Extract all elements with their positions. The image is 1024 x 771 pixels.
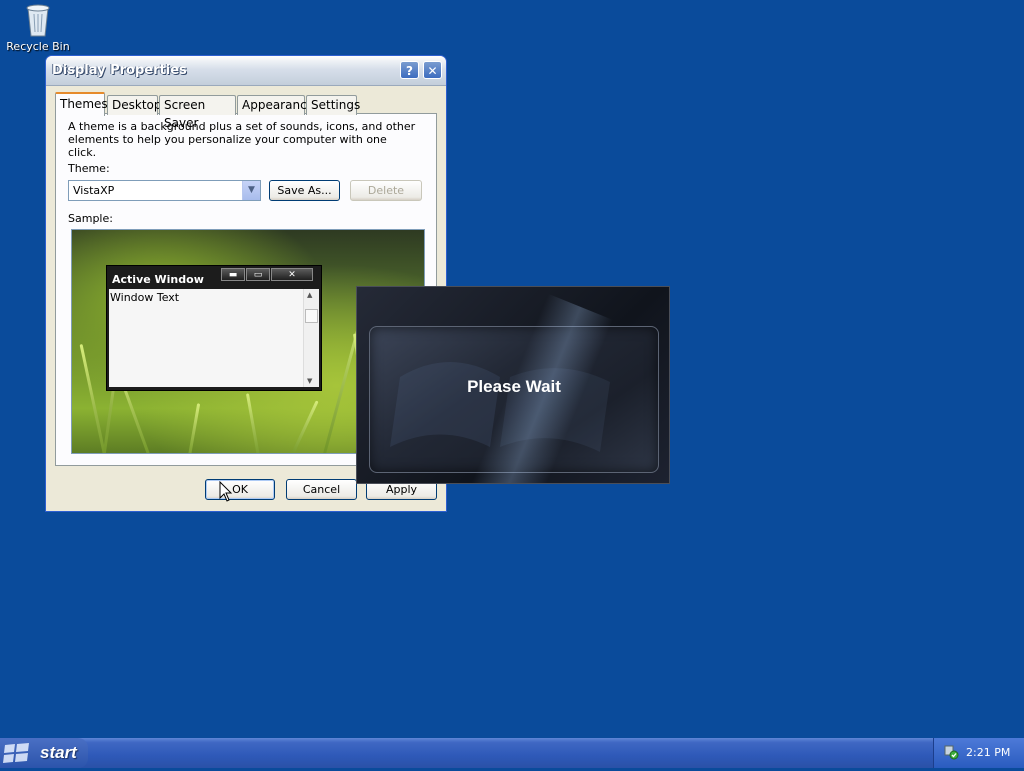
delete-label: Delete (367, 184, 405, 197)
clock: 2:21 PM (966, 746, 1011, 759)
help-button[interactable]: ? (400, 61, 419, 79)
close-icon: ✕ (271, 268, 313, 281)
ok-button[interactable]: OK (205, 479, 275, 500)
mouse-cursor-icon (219, 480, 233, 503)
system-tray: 2:21 PM (933, 738, 1024, 768)
recycle-bin-label: Recycle Bin (6, 40, 70, 53)
safely-remove-hardware-icon[interactable] (943, 744, 959, 760)
tab-themes-label: Themes (60, 97, 108, 111)
taskbar: start 2:21 PM (0, 738, 1024, 768)
close-button[interactable]: ✕ (423, 61, 442, 79)
cancel-label: Cancel (302, 483, 341, 496)
ok-label: OK (232, 483, 248, 496)
save-as-button[interactable]: Save As... (269, 180, 340, 201)
theme-description: A theme is a background plus a set of so… (68, 120, 416, 159)
sample-label: Sample: (68, 212, 113, 225)
sample-window-title: Active Window (112, 273, 204, 286)
tab-screen-saver[interactable]: Screen Saver (159, 95, 236, 130)
delete-button[interactable]: Delete (350, 180, 422, 201)
please-wait-dialog: Please Wait (356, 286, 670, 484)
please-wait-panel: Please Wait (369, 293, 659, 483)
start-label: start (40, 743, 77, 762)
tab-themes[interactable]: Themes (55, 92, 108, 116)
theme-select-value: VistaXP (73, 184, 115, 197)
tab-settings[interactable]: Settings (306, 95, 361, 115)
help-icon: ? (406, 64, 413, 78)
recycle-bin-icon (23, 2, 53, 38)
scroll-thumb (305, 309, 318, 323)
sample-active-window: Active Window ▬ ▭ ✕ Window Text ▲ ▼ (106, 265, 322, 391)
scroll-up-icon: ▲ (307, 291, 313, 299)
tab-desktop-label: Desktop (112, 98, 162, 112)
tab-desktop[interactable]: Desktop (107, 95, 162, 115)
close-icon: ✕ (427, 64, 438, 78)
theme-select[interactable]: VistaXP ▼ (68, 180, 261, 201)
recycle-bin-desktop-icon[interactable]: Recycle Bin (6, 0, 70, 53)
scrollbar: ▲ ▼ (303, 289, 319, 387)
theme-label: Theme: (68, 162, 110, 175)
tab-settings-label: Settings (311, 98, 361, 112)
chevron-down-icon[interactable]: ▼ (242, 181, 260, 200)
minimize-icon: ▬ (221, 268, 245, 281)
tab-appearance[interactable]: Appearance (237, 95, 314, 115)
start-button[interactable]: start (0, 738, 88, 768)
window-title: Display Properties (52, 63, 187, 78)
scroll-down-icon: ▼ (307, 377, 313, 385)
apply-label: Apply (385, 483, 418, 496)
please-wait-message: Please Wait (467, 377, 561, 396)
tab-appearance-label: Appearance (242, 98, 315, 112)
maximize-icon: ▭ (246, 268, 270, 281)
sample-window-text: Window Text (110, 291, 180, 304)
title-bar[interactable]: Display Properties ? ✕ (46, 56, 446, 86)
save-as-label: Save As... (277, 184, 332, 197)
cancel-button[interactable]: Cancel (286, 479, 357, 500)
windows-logo-icon (2, 739, 32, 767)
sample-window-body: Window Text ▲ ▼ (109, 289, 319, 387)
